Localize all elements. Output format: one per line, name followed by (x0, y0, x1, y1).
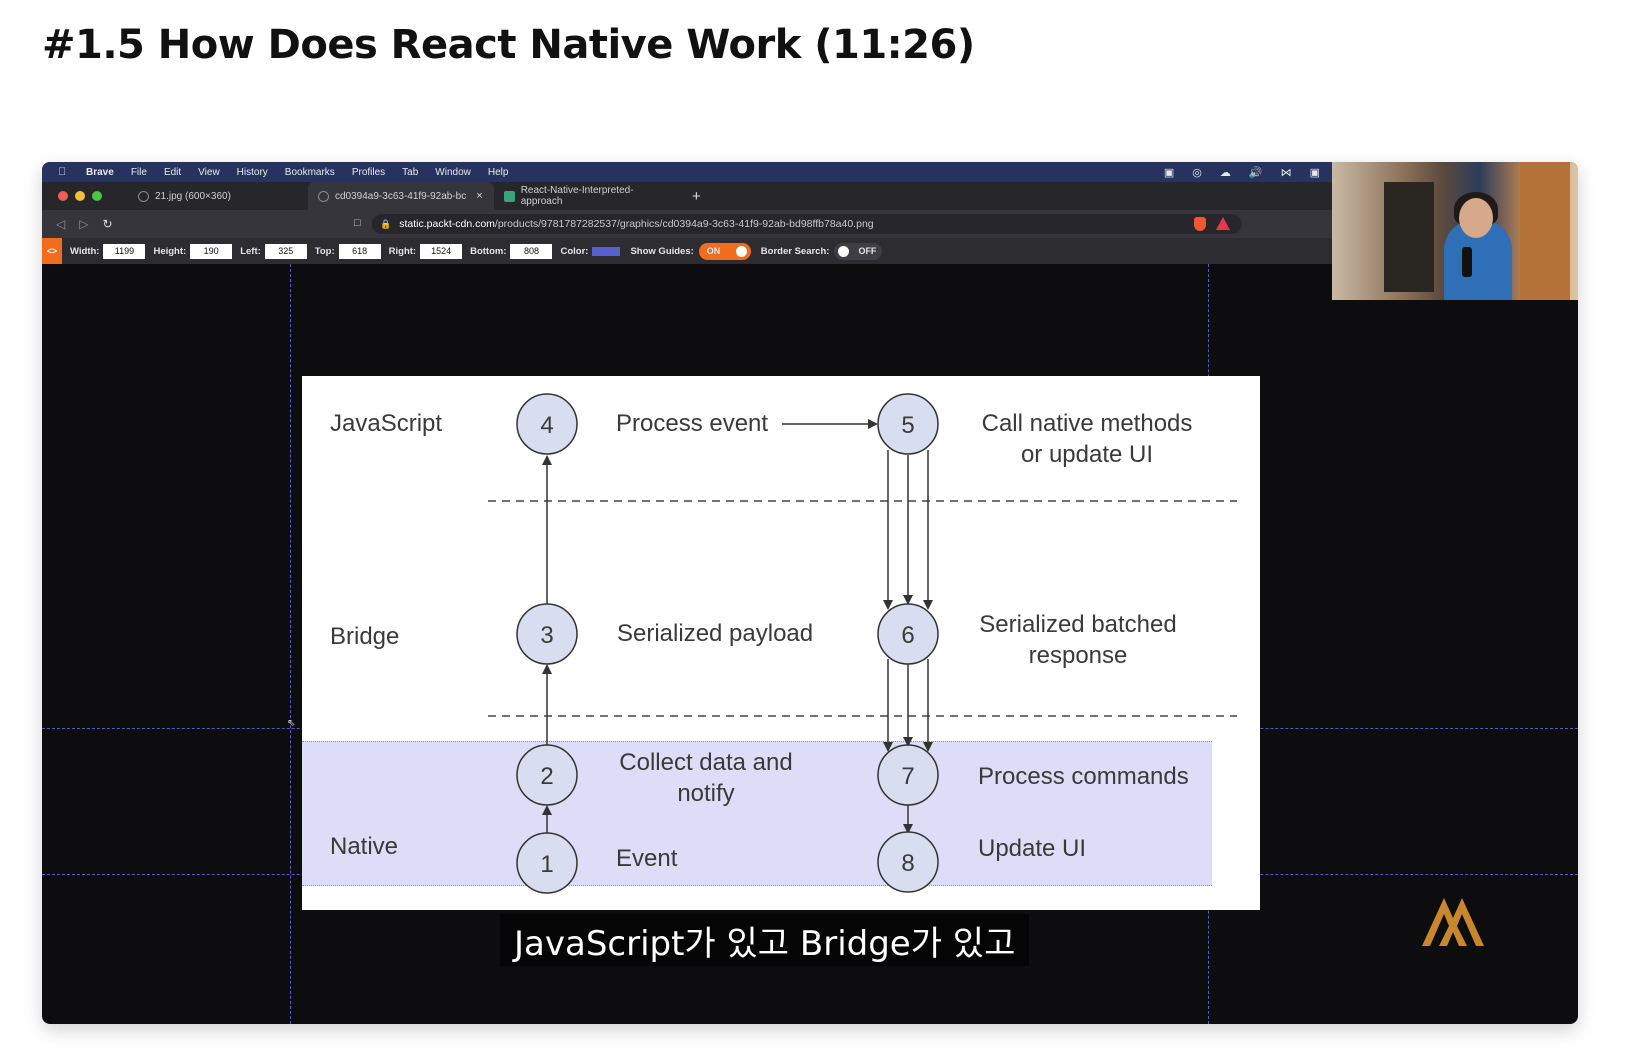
close-window-icon[interactable] (58, 191, 68, 201)
color-swatch[interactable] (592, 246, 621, 256)
cloud-icon[interactable]: ☁ (1220, 166, 1231, 179)
tab-label: React-Native-Interpreted-approach (520, 185, 634, 207)
bottom-field: Bottom: 808 (470, 243, 553, 259)
node-1: 1 (516, 832, 578, 894)
brave-shields-icon[interactable] (1194, 217, 1206, 231)
apple-icon[interactable]:  (58, 166, 70, 178)
back-icon[interactable]: ◁ (56, 217, 65, 231)
site-favicon-icon (504, 190, 515, 202)
browser-address-row: ◁ ▷ ↻ □ 🔒 static.packt-cdn.com /products… (42, 210, 1332, 238)
left-field: Left: 325 (240, 243, 307, 259)
inspector-code-icon[interactable]: <> (42, 238, 62, 264)
new-tab-button[interactable]: + (692, 188, 701, 205)
window-controls (58, 191, 102, 201)
screen-record-icon[interactable]: ▣ (1164, 166, 1174, 179)
menu-brave[interactable]: Brave (86, 167, 114, 178)
video-subtitle: JavaScript가 있고 Bridge가 있고 (500, 914, 1030, 966)
instructor-webcam (1332, 162, 1578, 300)
url-field[interactable]: 🔒 static.packt-cdn.com /products/9781787… (372, 214, 1242, 234)
lock-icon: 🔒 (380, 218, 392, 229)
minimize-window-icon[interactable] (75, 191, 85, 201)
step-event: Event (616, 845, 678, 872)
menu-view[interactable]: View (198, 167, 220, 178)
tab-21-jpg[interactable]: 21.jpg (600×360) (128, 182, 308, 210)
input-source-icon[interactable]: ▣ (1310, 166, 1320, 179)
svg-text:3: 3 (540, 622, 553, 649)
mac-menu-bar:  Brave File Edit View History Bookmarks… (42, 162, 1332, 182)
svg-text:1: 1 (540, 851, 553, 878)
step-process-commands: Process commands (978, 763, 1189, 790)
border-search-toggle[interactable]: OFF (834, 242, 883, 260)
menu-window[interactable]: Window (435, 167, 471, 178)
menu-profiles[interactable]: Profiles (352, 167, 385, 178)
cursor-icon: ⇖ (287, 718, 296, 729)
url-host: static.packt-cdn.com (399, 218, 495, 230)
forward-icon[interactable]: ▷ (79, 217, 88, 231)
menu-bar-status-icons: ▣ ◎ ☁ 🔊 ⋈ ▣ (1164, 162, 1320, 182)
node-3: 3 (516, 603, 578, 665)
react-native-architecture-diagram: 4 5 3 6 2 7 1 8 JavaScript Bridge Native… (302, 376, 1260, 910)
tab-label: cd0394a9-3c63-41f9-92ab-bc (335, 190, 467, 202)
node-4: 4 (516, 393, 578, 455)
node-5: 5 (877, 393, 939, 455)
tab-label: 21.jpg (600×360) (155, 190, 231, 202)
step-call-native-methods: Call native methods or update UI (981, 410, 1193, 468)
lane-label-native: Native (330, 833, 399, 860)
reload-icon[interactable]: ↻ (102, 217, 112, 231)
lecture-title: #1.5 How Does React Native Work (11:26) (42, 22, 975, 68)
step-serialized-batched-response: Serialized batched response (979, 611, 1177, 669)
tab-current-image[interactable]: cd0394a9-3c63-41f9-92ab-bc × (308, 182, 494, 210)
color-label: Color: (560, 245, 589, 257)
guide-line-left (290, 264, 291, 1024)
step-collect-data: Collect data and notify (619, 749, 793, 807)
close-tab-icon[interactable]: × (476, 190, 482, 202)
globe-icon (318, 190, 329, 202)
step-serialized-payload: Serialized payload (617, 620, 814, 647)
element-inspector-toolbar: <> Width: 1199 Height: 190 Left: 325 Top… (42, 238, 1332, 264)
node-2: 2 (516, 744, 578, 806)
svg-text:6: 6 (901, 622, 914, 649)
svg-text:5: 5 (901, 412, 914, 439)
node-7: 7 (877, 744, 939, 806)
width-field: Width: 1199 (70, 243, 146, 259)
step-process-event: Process event (616, 410, 769, 437)
lane-label-javascript: JavaScript (330, 410, 443, 437)
top-field: Top: 618 (315, 243, 381, 259)
menu-tab[interactable]: Tab (402, 167, 418, 178)
border-search-label: Border Search: (760, 245, 830, 257)
volume-icon[interactable]: 🔊 (1249, 166, 1263, 179)
globe-icon (138, 190, 149, 202)
page: #1.5 How Does React Native Work (11:26) … (0, 0, 1638, 1046)
show-guides-label: Show Guides: (630, 245, 694, 257)
lane-label-bridge: Bridge (330, 623, 400, 650)
bluetooth-icon[interactable]: ⋈ (1281, 166, 1292, 179)
menu-bookmarks[interactable]: Bookmarks (285, 167, 335, 178)
svg-text:4: 4 (540, 412, 553, 439)
node-8: 8 (877, 831, 939, 893)
brave-rewards-icon[interactable] (1216, 217, 1230, 230)
browser-tab-bar: 21.jpg (600×360) cd0394a9-3c63-41f9-92ab… (42, 182, 1332, 210)
svg-text:8: 8 (901, 850, 914, 877)
bookmark-icon[interactable]: □ (354, 217, 361, 229)
menu-help[interactable]: Help (488, 167, 509, 178)
circle-status-icon[interactable]: ◎ (1192, 166, 1202, 179)
step-update-ui: Update UI (978, 835, 1087, 862)
url-path: /products/9781787282537/graphics/cd0394a… (494, 218, 874, 230)
right-field: Right: 1524 (389, 243, 463, 259)
svg-text:7: 7 (901, 763, 914, 790)
nomad-coders-logo-icon (1422, 898, 1484, 946)
video-player[interactable]:  Brave File Edit View History Bookmarks… (42, 162, 1578, 1024)
menu-history[interactable]: History (237, 167, 268, 178)
svg-text:2: 2 (540, 763, 553, 790)
tab-react-native[interactable]: React-Native-Interpreted-approach (494, 182, 680, 210)
menu-file[interactable]: File (131, 167, 147, 178)
show-guides-toggle[interactable]: ON (698, 242, 751, 260)
zoom-window-icon[interactable] (92, 191, 102, 201)
height-field: Height: 190 (153, 243, 233, 259)
menu-edit[interactable]: Edit (164, 167, 181, 178)
node-6: 6 (877, 603, 939, 665)
